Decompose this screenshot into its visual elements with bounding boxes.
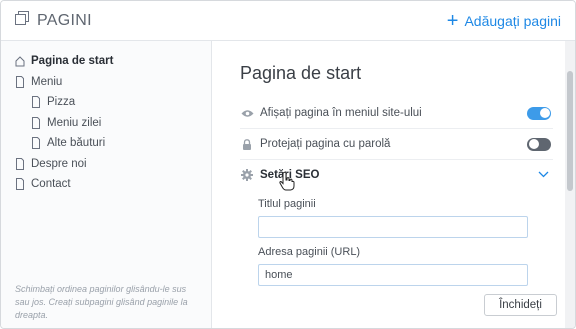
sidebar-item-label: Despre noi [31, 157, 87, 170]
password-toggle[interactable] [527, 137, 551, 151]
page-title: Pagina de start [240, 63, 362, 83]
dialog-title-group: PAGINI [15, 11, 92, 30]
page-url-field-group: Adresa paginii (URL) [258, 246, 553, 286]
page-icon [16, 157, 24, 170]
page-url-input[interactable] [258, 264, 528, 286]
sidebar-item-label: Contact [31, 178, 71, 191]
show-in-menu-label: Afișați pagina în meniul site-ului [260, 107, 422, 119]
add-pages-label: Adăugați pagini [464, 12, 561, 29]
hand-cursor-icon [279, 171, 295, 196]
sidebar-item-menu[interactable]: Meniu [1, 72, 211, 93]
home-icon [15, 56, 25, 67]
sidebar-item-label: Pizza [47, 96, 76, 109]
pages-dialog: PAGINI + Adăugați pagini Pagina de start… [0, 0, 576, 329]
password-row: Protejați pagina cu parolă [240, 129, 553, 160]
add-pages-button[interactable]: + Adăugați pagini [446, 9, 561, 32]
pages-sidebar: Pagina de start Meniu Pizza Meniu zilei [1, 41, 212, 328]
sidebar-item-about[interactable]: Despre noi [1, 154, 211, 175]
close-button[interactable]: Închideți [484, 294, 557, 316]
sidebar-item-contact[interactable]: Contact [1, 174, 211, 195]
show-in-menu-row: Afișați pagina în meniul site-ului [240, 98, 553, 129]
sidebar-item-daily-menu[interactable]: Meniu zilei [1, 113, 211, 134]
page-icon [32, 137, 40, 150]
page-icon [16, 75, 24, 88]
sidebar-item-pizza[interactable]: Pizza [1, 92, 211, 113]
page-url-field-label: Adresa paginii (URL) [258, 246, 361, 258]
dialog-header: PAGINI + Adăugați pagini [1, 1, 575, 41]
lock-icon [240, 138, 254, 150]
sidebar-item-label: Alte băuturi [47, 137, 106, 150]
seo-settings-label: Setări SEO [260, 169, 320, 181]
page-title-input[interactable] [258, 216, 528, 238]
page-icon [32, 116, 40, 129]
plus-icon: + [446, 9, 459, 32]
sidebar-item-other-drinks[interactable]: Alte băuturi [1, 133, 211, 154]
scrollbar[interactable] [565, 41, 575, 328]
show-in-menu-toggle[interactable] [527, 106, 551, 120]
gear-icon [240, 169, 254, 181]
toggle-knob [528, 139, 539, 149]
pages-icon [15, 11, 29, 30]
toggle-knob [539, 108, 550, 118]
sidebar-item-label: Pagina de start [31, 55, 114, 68]
sidebar-item-label: Meniu zilei [47, 116, 102, 129]
page-settings-panel: Pagina de start Afișați pagina în meniul… [212, 41, 575, 328]
page-icon [16, 178, 24, 191]
eye-icon [240, 109, 254, 118]
reorder-hint: Schimbați ordinea paginilor glisându-le … [15, 284, 188, 320]
page-title-field-label: Titlul paginii [258, 198, 316, 210]
page-title-field-group: Titlul paginii [258, 198, 553, 238]
dialog-title: PAGINI [37, 11, 92, 29]
page-icon [32, 96, 40, 109]
sidebar-item-home[interactable]: Pagina de start [1, 51, 211, 72]
sidebar-item-label: Meniu [31, 75, 63, 88]
password-label: Protejați pagina cu parolă [260, 138, 391, 150]
chevron-down-icon[interactable] [538, 169, 549, 181]
scrollbar-thumb[interactable] [567, 71, 573, 191]
